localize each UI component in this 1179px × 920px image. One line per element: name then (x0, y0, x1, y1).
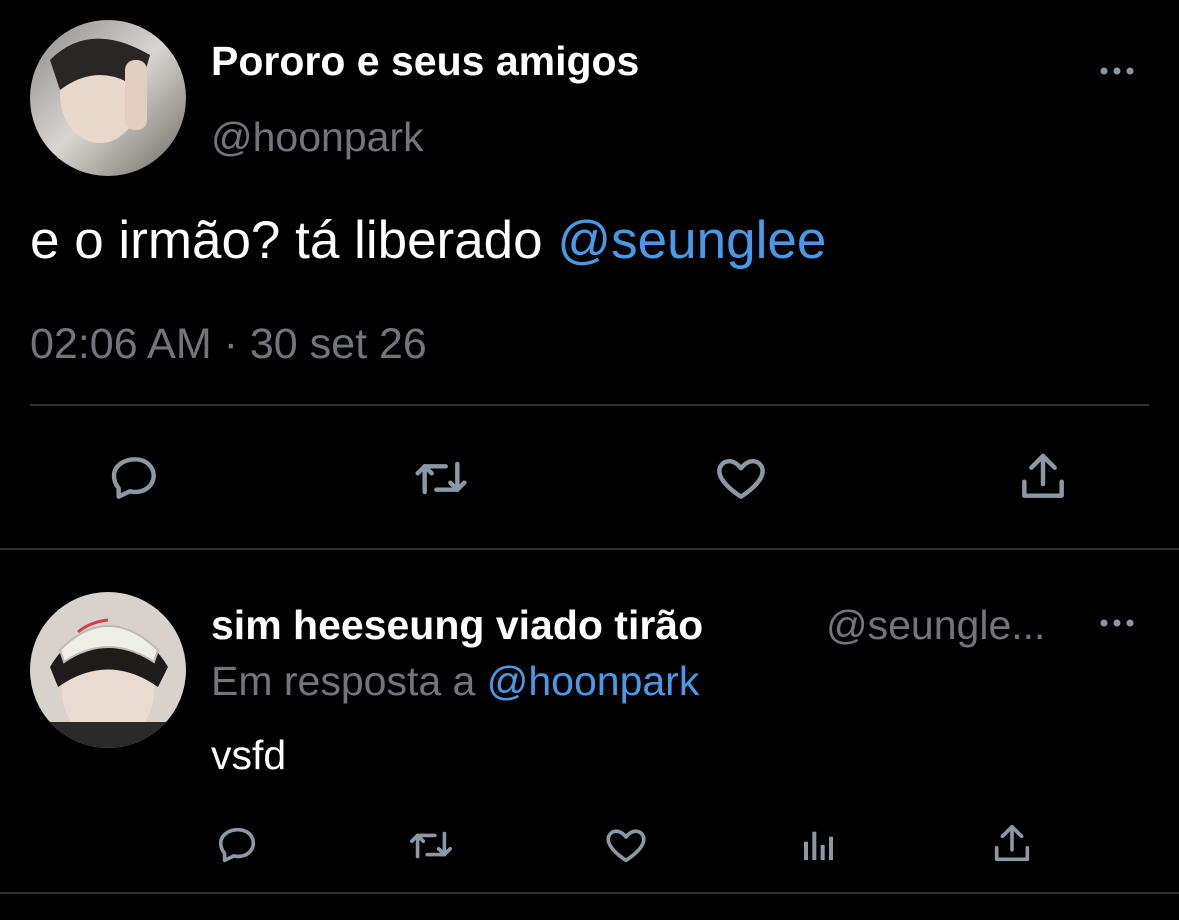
user-handle[interactable]: @hoonpark (211, 114, 424, 161)
analytics-icon[interactable] (795, 818, 843, 872)
avatar-hoonpark[interactable] (30, 20, 186, 176)
user-handle[interactable]: @seungle... (826, 602, 1045, 649)
divider (30, 404, 1149, 406)
retweet-icon[interactable] (405, 446, 477, 510)
timestamp[interactable]: 02:06 AM · 30 set 26 (30, 320, 427, 369)
reply-prefix: Em resposta a (211, 658, 487, 704)
reply-context: Em resposta a @hoonpark (211, 658, 699, 705)
display-name[interactable]: Pororo e seus amigos (211, 38, 639, 85)
reply-icon[interactable] (100, 446, 170, 510)
reply-icon[interactable] (210, 818, 266, 872)
retweet-icon[interactable] (400, 818, 462, 872)
display-name[interactable]: sim heeseung viado tirão (211, 602, 703, 649)
more-dots-icon[interactable] (1092, 56, 1142, 86)
mention-link[interactable]: @seunglee (557, 211, 826, 270)
tweet-text: vsfd (211, 732, 287, 778)
tweet-text: e o irmão? tá liberado @seunglee (30, 210, 826, 271)
tweet-body: e o irmão? tá liberado (30, 211, 558, 270)
share-icon[interactable] (985, 816, 1039, 872)
like-icon[interactable] (706, 446, 776, 510)
share-icon[interactable] (1010, 444, 1076, 510)
divider (0, 892, 1179, 894)
like-icon[interactable] (597, 818, 655, 872)
avatar-seunglee[interactable] (30, 592, 186, 748)
divider (0, 548, 1179, 550)
reply-to-link[interactable]: @hoonpark (487, 658, 700, 704)
more-dots-icon[interactable] (1092, 608, 1142, 638)
